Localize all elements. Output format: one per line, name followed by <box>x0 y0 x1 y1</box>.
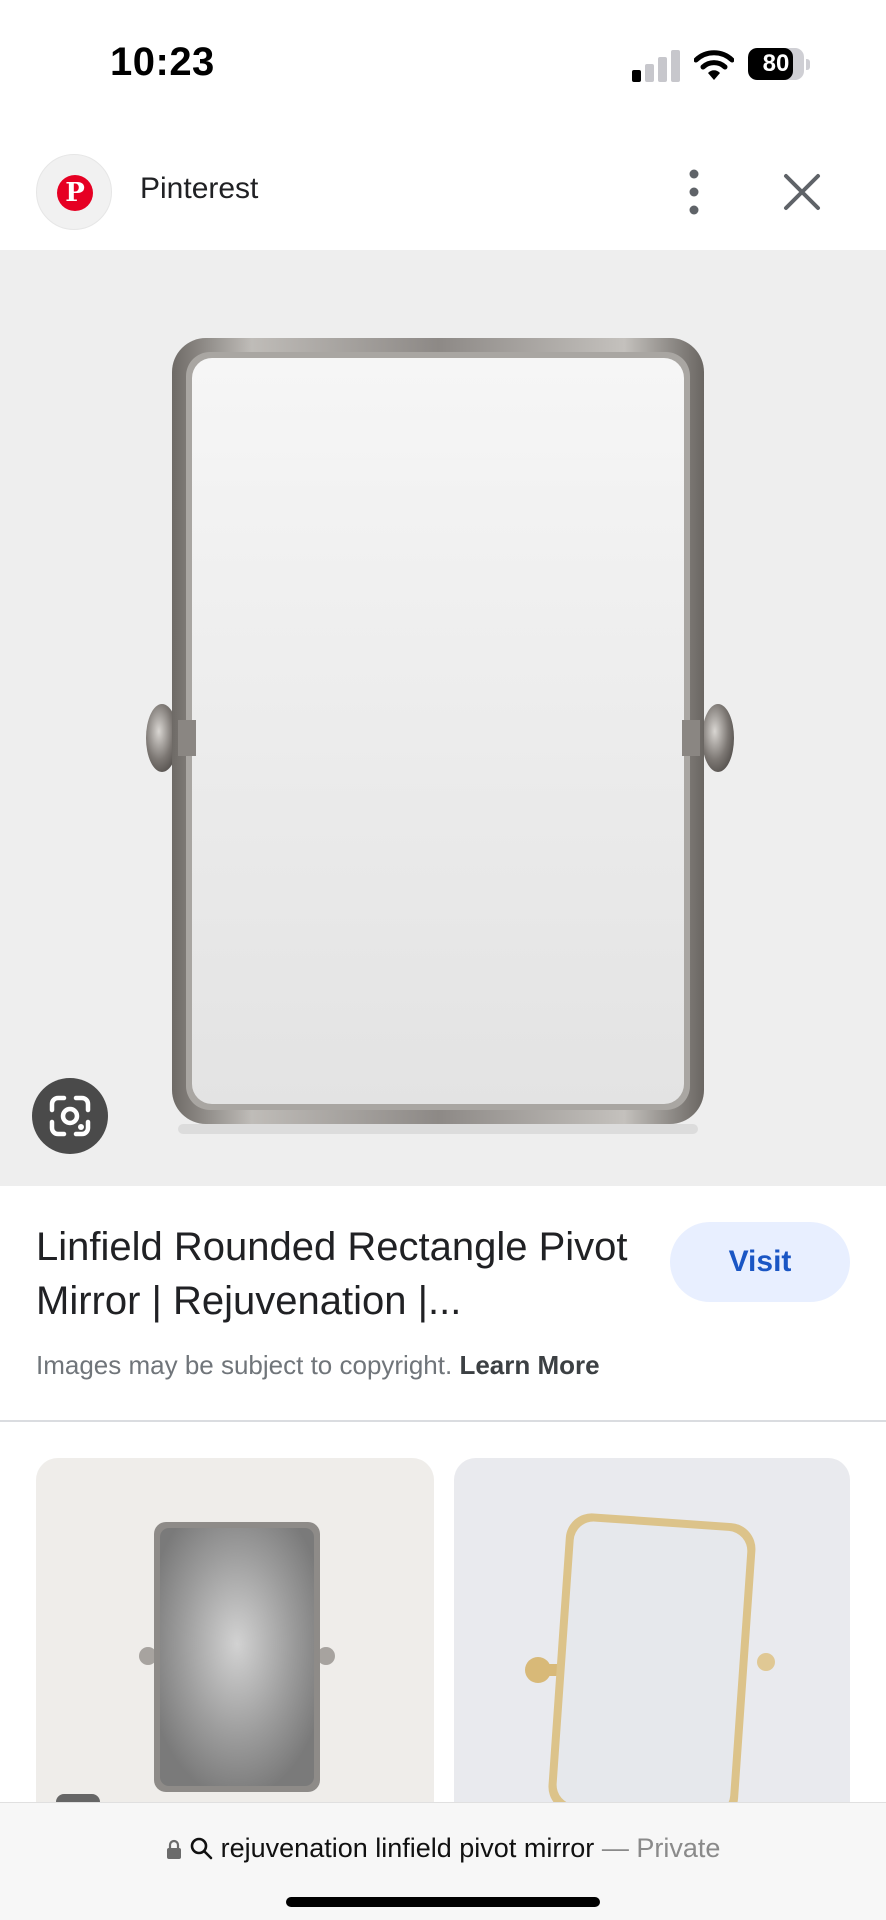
lock-icon <box>166 1839 181 1859</box>
url-separator: — <box>594 1833 637 1863</box>
lens-icon <box>49 1095 91 1137</box>
wifi-icon <box>694 50 734 80</box>
main-image[interactable] <box>0 250 886 1186</box>
source-name[interactable]: Pinterest <box>140 172 258 206</box>
more-vert-icon[interactable] <box>672 162 716 222</box>
search-query: rejuvenation linfield pivot mirror <box>220 1833 595 1863</box>
pinterest-logo-icon[interactable]: P <box>36 154 112 230</box>
private-mode-label: Private <box>636 1833 721 1863</box>
home-indicator[interactable] <box>286 1897 600 1907</box>
mirror-image <box>146 338 734 1134</box>
copyright-text: Images may be subject to copyright. <box>36 1350 453 1380</box>
lens-button[interactable] <box>32 1078 108 1154</box>
related-mirror-image-2 <box>525 1513 775 1808</box>
battery-percent: 80 <box>762 50 790 77</box>
result-title[interactable]: Linfield Rounded Rectangle Pivot Mirror … <box>36 1220 636 1328</box>
signal-icon <box>632 50 680 82</box>
close-icon[interactable] <box>776 166 828 218</box>
status-time: 10:23 <box>110 40 215 84</box>
divider <box>0 1420 886 1422</box>
source-header: P Pinterest <box>0 140 886 250</box>
learn-more-link[interactable]: Learn More <box>459 1350 599 1380</box>
address-bar-content: rejuvenation linfield pivot mirror — Pri… <box>0 1833 886 1864</box>
related-mirror-image-1 <box>139 1522 335 1792</box>
battery-icon: 80 <box>748 48 810 82</box>
related-image-2[interactable] <box>454 1458 850 1808</box>
search-icon <box>190 1837 213 1860</box>
status-bar: 10:23 80 <box>0 0 886 130</box>
related-image-1[interactable] <box>36 1458 434 1808</box>
address-bar[interactable]: rejuvenation linfield pivot mirror — Pri… <box>0 1802 886 1920</box>
copyright-notice: Images may be subject to copyright. Lear… <box>36 1350 600 1381</box>
visit-button[interactable]: Visit <box>670 1222 850 1302</box>
